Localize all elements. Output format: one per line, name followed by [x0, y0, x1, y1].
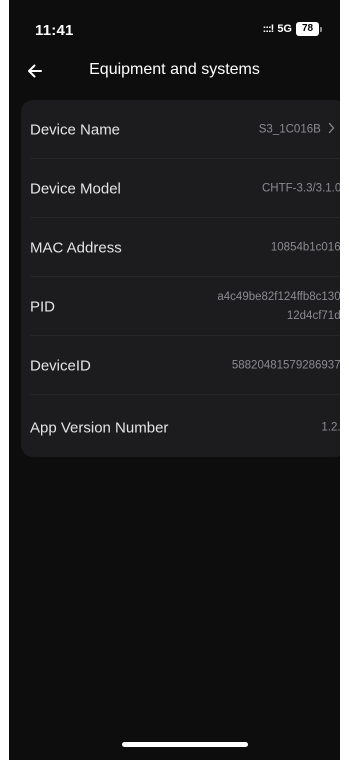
navigation-bar: Equipment and systems — [9, 52, 340, 88]
mac-address-value: 10854b1c016b — [270, 241, 340, 253]
status-time: 11:41 — [35, 22, 74, 39]
pid-label: PID — [30, 298, 56, 315]
device-model-value: CHTF-3.3/3.1.0x — [262, 182, 340, 194]
device-name-value-group: S3_1C016B — [259, 120, 335, 139]
device-name-label: Device Name — [30, 121, 121, 138]
device-info-card: Device Name S3_1C016B Device Model CHTF-… — [21, 100, 340, 457]
pid-value: a4c49be82f124ffb8c1303 12d4cf71d5 — [217, 288, 340, 326]
signal-icon: :::! — [262, 23, 275, 35]
app-version-row: App Version Number 1.2.5 — [21, 398, 340, 457]
network-type: 5G — [277, 23, 292, 35]
status-bar: 11:41 :::! 5G 78 — [9, 0, 340, 44]
device-model-row: Device Model CHTF-3.3/3.1.0x — [21, 159, 340, 218]
row-divider — [30, 394, 340, 395]
device-id-row: DeviceID 588204815792869376 — [21, 336, 340, 395]
pid-value-line-2: 12d4cf71d5 — [286, 309, 340, 322]
page-title: Equipment and systems — [89, 61, 260, 78]
app-version-label: App Version Number — [30, 419, 169, 436]
mac-address-label: MAC Address — [30, 239, 122, 256]
battery-level: 78 — [296, 22, 319, 36]
home-indicator — [122, 742, 248, 747]
device-model-label: Device Model — [30, 180, 121, 197]
pid-value-line-1: a4c49be82f124ffb8c1303 — [217, 290, 340, 303]
app-version-value: 1.2.5 — [321, 421, 340, 433]
battery-icon: 78 — [296, 22, 322, 36]
app-screen: 11:41 :::! 5G 78 Equipment and systems D… — [9, 0, 340, 760]
device-name-row[interactable]: Device Name S3_1C016B — [21, 100, 340, 159]
status-indicators: :::! 5G 78 — [263, 22, 322, 36]
device-id-value: 588204815792869376 — [231, 359, 340, 371]
chevron-right-icon — [328, 122, 335, 133]
device-name-value: S3_1C016B — [258, 123, 321, 135]
battery-tip — [320, 26, 322, 32]
pid-row: PID a4c49be82f124ffb8c1303 12d4cf71d5 — [21, 277, 340, 336]
device-id-label: DeviceID — [30, 357, 91, 374]
mac-address-row: MAC Address 10854b1c016b — [21, 218, 340, 277]
